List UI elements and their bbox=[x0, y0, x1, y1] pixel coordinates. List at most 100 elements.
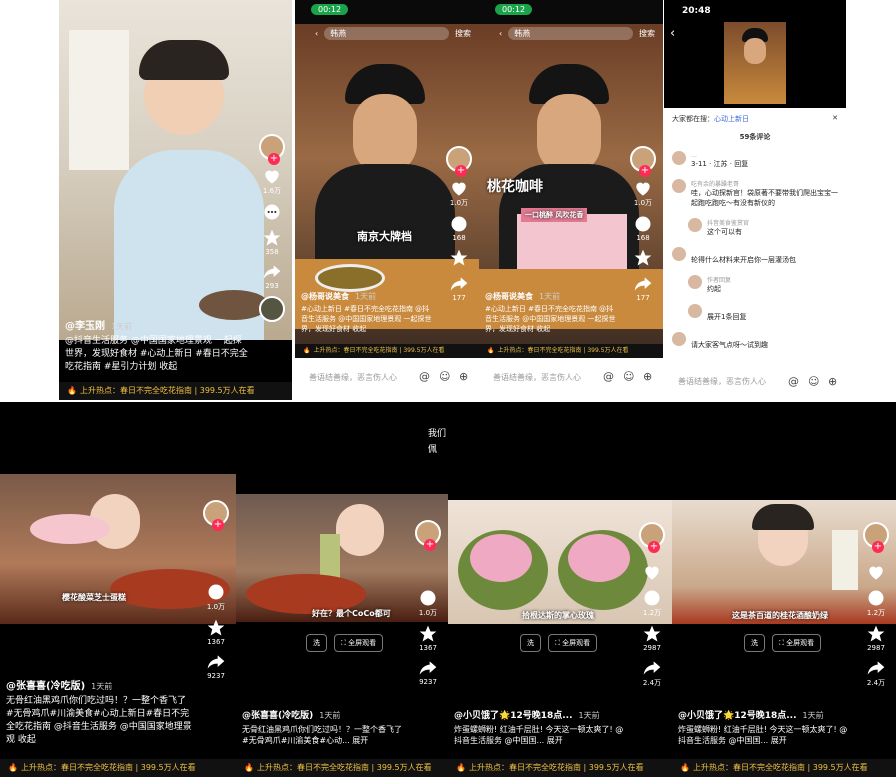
search-button[interactable]: 搜索 bbox=[455, 28, 471, 39]
video-thumbnail[interactable] bbox=[724, 22, 786, 104]
hot-topic-bar[interactable]: 🔥 上升热点：春日不完全吃花指南 | 399.5万人在看 bbox=[59, 382, 292, 400]
back-icon[interactable]: ‹ bbox=[499, 29, 502, 38]
hot-topic-bar[interactable]: 🔥 上升热点：春日不完全吃花指南 | 399.5万人在看 bbox=[672, 759, 896, 777]
follow-button[interactable]: + bbox=[268, 153, 280, 165]
comment-item[interactable]: 吃有余的暴躁老哥 哇，心动探新官！袋原著不要带我们爬出宝宝一起跑吃跑吃～有没有新仪… bbox=[664, 174, 846, 213]
search-bar[interactable]: ‹ 韩燕 搜索 bbox=[315, 26, 471, 40]
comment-input-bar[interactable]: 善语结善缘，恶言伤人心 @ ☺ ⊕ bbox=[664, 366, 846, 400]
avatar[interactable] bbox=[672, 247, 686, 261]
author-avatar[interactable]: + bbox=[203, 500, 229, 531]
add-icon[interactable]: ⊕ bbox=[459, 370, 468, 383]
related-search[interactable]: 大家都在搜：心动上新日 ✕ bbox=[664, 108, 846, 130]
share-button[interactable]: 177 bbox=[449, 274, 469, 302]
add-icon[interactable]: ⊕ bbox=[643, 370, 652, 383]
share-button[interactable]: 2.4万 bbox=[866, 658, 886, 688]
hot-topic-bar[interactable]: 🔥 上升热点：春日不完全吃花指南 | 399.5万人在看 bbox=[236, 759, 448, 777]
comments-panel[interactable]: 20:48 ‹ 大家都在搜：心动上新日 ✕ 59条评论 … 3-11 · 江苏 · … bbox=[664, 0, 846, 400]
comment-item[interactable]: 展开1条回复 bbox=[664, 299, 846, 327]
add-icon[interactable]: ⊕ bbox=[828, 375, 837, 388]
share-button[interactable]: 9237 bbox=[206, 652, 226, 680]
author-name[interactable]: @张喜喜(冷吃版) 1天前 bbox=[6, 680, 192, 693]
comment-button[interactable]: 1.2万 bbox=[642, 588, 662, 618]
comment-button[interactable]: 1.0万 bbox=[418, 588, 438, 618]
comment-button[interactable]: 168 bbox=[449, 214, 469, 242]
wash-button[interactable]: 洗 bbox=[744, 634, 765, 652]
author-avatar[interactable]: + bbox=[446, 146, 472, 177]
share-button[interactable]: 2.4万 bbox=[642, 658, 662, 688]
author-name[interactable]: @小贝饿了🌟12号晚18点... 1天前 bbox=[678, 710, 852, 722]
search-button[interactable]: 搜索 bbox=[639, 28, 655, 39]
author-name[interactable]: @张喜喜(冷吃版) 1天前 bbox=[242, 710, 404, 722]
video-panel-8[interactable]: 这是茶百道的桂花酒酿奶绿 洗 ⛶ 全屏观看 + 1.2万 2987 2.4万 @… bbox=[672, 402, 896, 777]
like-button[interactable]: 1.0万 bbox=[449, 178, 469, 208]
search-input[interactable]: 韩燕 bbox=[324, 26, 449, 40]
emoji-icon[interactable]: ☺ bbox=[439, 370, 450, 383]
fullscreen-button[interactable]: ⛶ 全屏观看 bbox=[334, 634, 384, 652]
follow-button[interactable]: + bbox=[424, 539, 436, 551]
share-button[interactable]: 9237 bbox=[418, 658, 438, 686]
share-button[interactable]: 293 bbox=[262, 262, 282, 290]
follow-button[interactable]: + bbox=[455, 165, 467, 177]
author-name[interactable]: @李玉刚 1天前 bbox=[65, 320, 248, 333]
favorite-button[interactable]: 1367 bbox=[418, 624, 438, 652]
avatar[interactable] bbox=[688, 275, 702, 289]
comment-input[interactable]: 善语结善缘，恶言伤人心 bbox=[493, 373, 581, 382]
at-icon[interactable]: @ bbox=[603, 370, 614, 383]
like-button[interactable]: 1.6万 bbox=[262, 166, 282, 196]
follow-button[interactable]: + bbox=[872, 541, 884, 553]
hot-topic-bar[interactable]: 🔥 上升热点：春日不完全吃花指南 | 399.5万人在看 bbox=[479, 344, 663, 358]
comment-input[interactable]: 善语结善缘，恶言伤人心 bbox=[309, 373, 397, 382]
follow-button[interactable]: + bbox=[639, 165, 651, 177]
video-panel-7[interactable]: 拾根达斯的掌心玫瑰 洗 ⛶ 全屏观看 + 1.2万 2987 2.4万 @小贝饿… bbox=[448, 402, 672, 777]
favorite-button[interactable]: 2987 bbox=[642, 624, 662, 652]
favorite-button[interactable] bbox=[449, 248, 469, 268]
at-icon[interactable]: @ bbox=[788, 375, 799, 388]
comment-item[interactable]: 请大家客气点呀～试到趣 bbox=[664, 327, 846, 355]
comment-button[interactable]: 1.0万 bbox=[206, 582, 226, 612]
follow-button[interactable]: + bbox=[212, 519, 224, 531]
comment-author[interactable]: 吃有余的暴躁老哥 bbox=[691, 181, 739, 188]
author-avatar[interactable]: + bbox=[630, 146, 656, 177]
comment-button[interactable]: 168 bbox=[633, 214, 653, 242]
author-avatar[interactable]: + bbox=[415, 520, 441, 551]
follow-button[interactable]: + bbox=[648, 541, 660, 553]
author-avatar[interactable]: + bbox=[259, 134, 285, 165]
comment-button[interactable] bbox=[262, 202, 282, 222]
emoji-icon[interactable]: ☺ bbox=[808, 375, 819, 388]
comment-author[interactable]: … bbox=[691, 152, 697, 159]
avatar[interactable] bbox=[672, 179, 686, 193]
video-panel-3[interactable]: 00:12 ‹ 韩燕 搜索 桃花咖啡 一口桃醉 风吹花香 + 1.0万 168 17… bbox=[479, 0, 663, 400]
comment-input[interactable]: 善语结善缘，恶言伤人心 bbox=[678, 377, 766, 386]
author-avatar[interactable]: + bbox=[639, 522, 665, 553]
favorite-button[interactable]: 1367 bbox=[206, 618, 226, 646]
fullscreen-button[interactable]: ⛶ 全屏观看 bbox=[548, 634, 598, 652]
share-button[interactable]: 177 bbox=[633, 274, 653, 302]
search-bar[interactable]: ‹ 韩燕 搜索 bbox=[499, 26, 655, 40]
search-input[interactable]: 韩燕 bbox=[508, 26, 633, 40]
like-button[interactable]: 1.0万 bbox=[633, 178, 653, 208]
emoji-icon[interactable]: ☺ bbox=[623, 370, 634, 383]
video-panel-6[interactable]: 我们 佩 好在？最个CoCo都可 洗 ⛶ 全屏观看 + 1.0万 1367 92… bbox=[236, 402, 448, 777]
like-button[interactable] bbox=[642, 562, 662, 582]
avatar[interactable] bbox=[672, 151, 686, 165]
close-icon[interactable]: ✕ bbox=[832, 114, 838, 124]
hot-topic-bar[interactable]: 🔥 上升热点：春日不完全吃花指南 | 399.5万人在看 bbox=[0, 759, 236, 777]
comment-author[interactable]: 作者回复 bbox=[707, 277, 731, 284]
music-disc[interactable] bbox=[259, 296, 285, 322]
video-panel-2[interactable]: 00:12 ‹ 韩燕 搜索 南京大牌档 + 1.0万 168 177 @杨哥说美食 1… bbox=[295, 0, 479, 400]
comment-item[interactable]: 抖音美食鉴赏官 这个可以有 bbox=[664, 213, 846, 242]
back-icon[interactable]: ‹ bbox=[670, 26, 675, 41]
video-panel-1[interactable]: + 1.6万 358 293 @李玉刚 1天前 @抖音生活服务 @中国国家地理景观… bbox=[59, 0, 292, 400]
author-name[interactable]: @杨哥说美食 1天前 bbox=[485, 292, 619, 302]
at-icon[interactable]: @ bbox=[419, 370, 430, 383]
author-name[interactable]: @杨哥说美食 1天前 bbox=[301, 292, 435, 302]
hot-topic-bar[interactable]: 🔥 上升热点：春日不完全吃花指南 | 399.5万人在看 bbox=[448, 759, 672, 777]
comment-input-bar[interactable]: 善语结善缘，恶言伤人心 @ ☺ ⊕ bbox=[479, 358, 663, 400]
avatar[interactable] bbox=[672, 332, 686, 346]
author-avatar[interactable]: + bbox=[863, 522, 889, 553]
favorite-button[interactable]: 358 bbox=[262, 228, 282, 256]
comment-item[interactable]: … 3-11 · 江苏 · 回复 bbox=[664, 146, 846, 174]
related-link[interactable]: 心动上新日 bbox=[714, 115, 749, 123]
comment-input-bar[interactable]: 善语结善缘，恶言伤人心 @ ☺ ⊕ bbox=[295, 358, 479, 400]
comment-author[interactable]: 抖音美食鉴赏官 bbox=[707, 220, 749, 227]
